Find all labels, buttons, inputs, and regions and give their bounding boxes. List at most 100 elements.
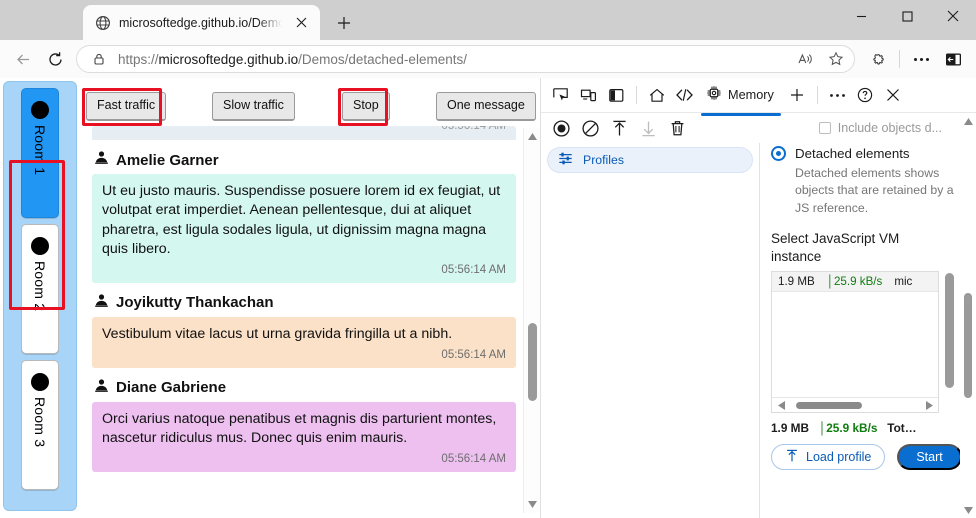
detached-elements-description: Detached elements shows objects that are…	[795, 165, 960, 217]
scroll-right-arrow-icon[interactable]	[922, 398, 936, 412]
dock-panel-icon[interactable]	[603, 82, 630, 109]
list-item: Amelie Garner Ut eu justo mauris. Suspen…	[92, 150, 516, 283]
devtools-more-icon[interactable]	[824, 82, 851, 109]
divider	[899, 50, 900, 68]
avatar-icon	[94, 378, 109, 398]
sidebar-item-label: Profiles	[583, 153, 624, 167]
message-bubble: Orci varius natoque penatibus et magnis …	[92, 402, 516, 472]
globe-icon	[95, 15, 111, 31]
slow-traffic-button[interactable]: Slow traffic	[212, 92, 295, 121]
vm-horizontal-scrollbar[interactable]	[772, 397, 938, 412]
scrollbar-thumb[interactable]	[964, 293, 972, 398]
memory-actions-toolbar	[541, 113, 760, 143]
radio-button-selected-icon[interactable]	[771, 146, 786, 161]
new-tab-button[interactable]	[330, 9, 358, 37]
devtools-panel: Memory	[540, 78, 976, 518]
tab-memory[interactable]: Memory	[699, 80, 783, 110]
list-item: Diane Gabriene Orci varius natoque penat…	[92, 378, 516, 472]
sidebar-item-room-2[interactable]: Room 2	[21, 224, 59, 354]
clear-icon[interactable]	[577, 115, 603, 141]
load-profile-label: Load profile	[806, 450, 871, 464]
message-time: 05:56:14 AM	[441, 126, 506, 132]
message-text: Vestibulum vitae lacus ut urna gravida f…	[102, 326, 452, 342]
message-bubble: Ut eu justo mauris. Suspendisse posuere …	[92, 174, 516, 283]
sidebar-item-profiles[interactable]: Profiles	[547, 147, 753, 173]
scroll-down-arrow-icon[interactable]	[960, 502, 976, 518]
message-author: Amelie Garner	[116, 152, 219, 169]
minimize-button[interactable]	[838, 0, 884, 32]
memory-settings-panel: Include objects d... Detached elements D…	[761, 113, 976, 518]
scrollbar-track[interactable]	[524, 145, 540, 496]
add-tab-button[interactable]	[784, 82, 811, 109]
scroll-up-arrow-icon[interactable]	[524, 128, 541, 145]
message-time: 05:56:14 AM	[102, 348, 506, 364]
more-options-button[interactable]	[906, 44, 936, 74]
close-devtools-icon[interactable]	[880, 82, 907, 109]
message-text: Orci varius natoque penatibus et magnis …	[102, 411, 496, 446]
devtools-body: Profiles Include objects d... Detached e…	[541, 113, 976, 518]
maximize-button[interactable]	[884, 0, 930, 32]
vm-col-name: mic	[894, 275, 912, 288]
message-text: Ut eu justo mauris. Suspendisse posuere …	[102, 183, 500, 257]
device-emulation-icon[interactable]	[575, 82, 602, 109]
room-status-dot-icon	[31, 101, 49, 119]
address-bar[interactable]: https://microsoftedge.github.io/Demos/de…	[76, 45, 855, 73]
rooms-sidebar: Room 1 Room 2 Room 3	[0, 78, 80, 518]
sidebar-item-room-3[interactable]: Room 3	[21, 360, 59, 490]
elements-code-icon[interactable]	[671, 82, 698, 109]
close-icon[interactable]	[290, 12, 312, 34]
browser-tab[interactable]: microsoftedge.github.io/Demos/c	[83, 5, 320, 40]
scrollbar-thumb[interactable]	[528, 323, 537, 401]
one-message-button[interactable]: One message	[436, 92, 536, 121]
scroll-left-arrow-icon[interactable]	[774, 398, 788, 412]
include-objects-row[interactable]: Include objects d...	[771, 117, 966, 139]
status-heap-size: 1.9 MB	[771, 421, 809, 435]
page-scrollbar[interactable]	[523, 128, 540, 513]
back-button[interactable]	[8, 44, 38, 74]
url-path: /Demos/detached-elements/	[298, 52, 467, 67]
start-button[interactable]: Start	[897, 444, 961, 470]
status-total: Tot…	[887, 421, 916, 435]
vm-table-rows[interactable]	[772, 292, 938, 397]
chat-messages-scroll[interactable]: 05:56:14 AM Amelie Garner Ut	[80, 126, 540, 518]
vm-instance-table[interactable]: 1.9 MB │25.9 kB/s mic	[771, 271, 939, 413]
include-objects-checkbox[interactable]	[819, 122, 831, 134]
sidebar-item-room-1[interactable]: Room 1	[21, 88, 59, 218]
devtools-vertical-scrollbar[interactable]	[960, 113, 976, 518]
traffic-buttons-row: Fast traffic Slow traffic Stop One messa…	[80, 78, 540, 126]
profiles-icon	[558, 151, 573, 169]
stop-button[interactable]: Stop	[342, 92, 390, 121]
inspect-element-icon[interactable]	[547, 82, 574, 109]
message-author: Joyikutty Thankachan	[116, 294, 274, 311]
vm-table-header: 1.9 MB │25.9 kB/s mic	[772, 272, 938, 292]
divider	[817, 86, 818, 104]
web-page: Room 1 Room 2 Room 3 Fast traffic Slow t…	[0, 78, 540, 518]
navigation-bar: https://microsoftedge.github.io/Demos/de…	[0, 40, 976, 78]
help-icon[interactable]	[852, 82, 879, 109]
memory-sidebar: Profiles	[541, 143, 760, 518]
read-aloud-icon[interactable]	[793, 47, 817, 71]
load-profile-button[interactable]: Load profile	[771, 444, 885, 470]
fast-traffic-button[interactable]: Fast traffic	[86, 92, 166, 121]
record-icon[interactable]	[548, 115, 574, 141]
detached-elements-label: Detached elements	[795, 146, 910, 161]
star-icon[interactable]	[824, 47, 848, 71]
room-status-dot-icon	[31, 237, 49, 255]
divider	[636, 86, 637, 104]
sidebar-icon[interactable]	[938, 44, 968, 74]
import-profile-icon[interactable]	[606, 115, 632, 141]
trash-icon[interactable]	[664, 115, 690, 141]
lock-icon	[87, 47, 111, 71]
list-item: Joyikutty Thankachan Vestibulum vitae la…	[92, 293, 516, 368]
message-bubble-partial: 05:56:14 AM	[92, 126, 516, 140]
close-window-button[interactable]	[930, 0, 976, 32]
vm-panel-scrollbar-thumb[interactable]	[945, 273, 954, 388]
scroll-down-arrow-icon[interactable]	[524, 496, 541, 513]
window-controls	[838, 0, 976, 40]
refresh-icon[interactable]	[40, 44, 70, 74]
detached-elements-option[interactable]: Detached elements	[771, 146, 966, 161]
scrollbar-thumb[interactable]	[796, 402, 862, 409]
home-icon[interactable]	[643, 82, 670, 109]
extensions-icon[interactable]	[863, 44, 893, 74]
scroll-up-arrow-icon[interactable]	[960, 113, 976, 129]
